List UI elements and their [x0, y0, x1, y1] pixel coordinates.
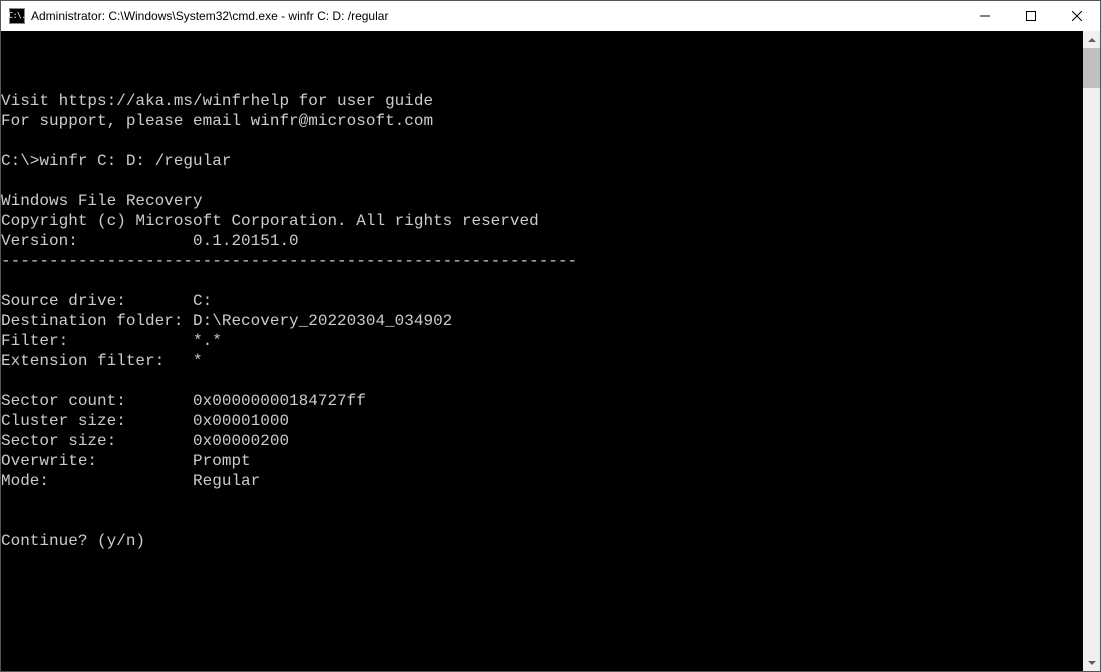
- terminal-line: Filter: *.*: [1, 331, 1083, 351]
- close-button[interactable]: [1054, 1, 1100, 31]
- close-icon: [1072, 11, 1082, 21]
- window-title: Administrator: C:\Windows\System32\cmd.e…: [31, 9, 388, 23]
- terminal-line: Continue? (y/n): [1, 531, 1083, 551]
- terminal-line: [1, 511, 1083, 531]
- terminal-line: C:\>winfr C: D: /regular: [1, 151, 1083, 171]
- terminal-line: Source drive: C:: [1, 291, 1083, 311]
- terminal-line: [1, 171, 1083, 191]
- minimize-icon: [980, 11, 990, 21]
- cmd-icon: C:\.: [9, 8, 25, 24]
- chevron-up-icon: [1088, 38, 1096, 42]
- cmd-window: C:\. Administrator: C:\Windows\System32\…: [0, 0, 1101, 672]
- terminal-line: [1, 51, 1083, 71]
- terminal-output[interactable]: Visit https://aka.ms/winfrhelp for user …: [1, 31, 1083, 671]
- terminal-line: Copyright (c) Microsoft Corporation. All…: [1, 211, 1083, 231]
- terminal-line: ----------------------------------------…: [1, 251, 1083, 271]
- terminal-line: [1, 491, 1083, 511]
- minimize-button[interactable]: [962, 1, 1008, 31]
- chevron-down-icon: [1088, 661, 1096, 665]
- scroll-thumb[interactable]: [1083, 48, 1100, 88]
- terminal-line: Overwrite: Prompt: [1, 451, 1083, 471]
- cmd-icon-text: C:\.: [8, 12, 25, 20]
- terminal-line: [1, 271, 1083, 291]
- maximize-button[interactable]: [1008, 1, 1054, 31]
- terminal-line: For support, please email winfr@microsof…: [1, 111, 1083, 131]
- terminal-line: Windows File Recovery: [1, 191, 1083, 211]
- terminal-line: [1, 131, 1083, 151]
- titlebar[interactable]: C:\. Administrator: C:\Windows\System32\…: [1, 1, 1100, 31]
- terminal-line: Mode: Regular: [1, 471, 1083, 491]
- scroll-track[interactable]: [1083, 48, 1100, 654]
- terminal-line: Destination folder: D:\Recovery_20220304…: [1, 311, 1083, 331]
- window-controls: [962, 1, 1100, 31]
- terminal-line: Extension filter: *: [1, 351, 1083, 371]
- terminal-line: Sector size: 0x00000200: [1, 431, 1083, 451]
- vertical-scrollbar[interactable]: [1083, 31, 1100, 671]
- client-area: Visit https://aka.ms/winfrhelp for user …: [1, 31, 1100, 671]
- terminal-line: [1, 31, 1083, 51]
- terminal-line: [1, 371, 1083, 391]
- scroll-down-button[interactable]: [1083, 654, 1100, 671]
- terminal-line: [1, 71, 1083, 91]
- maximize-icon: [1026, 11, 1036, 21]
- terminal-line: Version: 0.1.20151.0: [1, 231, 1083, 251]
- terminal-line: Cluster size: 0x00001000: [1, 411, 1083, 431]
- scroll-up-button[interactable]: [1083, 31, 1100, 48]
- terminal-line: Sector count: 0x00000000184727ff: [1, 391, 1083, 411]
- terminal-line: Visit https://aka.ms/winfrhelp for user …: [1, 91, 1083, 111]
